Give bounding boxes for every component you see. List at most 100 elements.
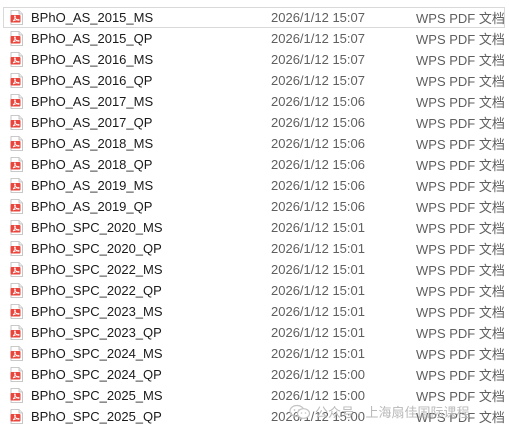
- file-modified-date: 2026/1/12 15:07: [271, 52, 365, 67]
- file-modified-date: 2026/1/12 15:01: [271, 262, 365, 277]
- file-modified-date: 2026/1/12 15:01: [271, 346, 365, 361]
- file-row[interactable]: BPhO_AS_2019_QP 2026/1/12 15:06 WPS PDF 文档: [0, 196, 509, 217]
- file-type: WPS PDF 文档: [416, 32, 505, 47]
- pdf-file-icon: [10, 220, 23, 235]
- file-modified-date: 2026/1/12 15:01: [271, 283, 365, 298]
- pdf-file-icon: [10, 367, 23, 382]
- pdf-file-icon: [10, 94, 23, 109]
- file-modified-date: 2026/1/12 15:01: [271, 325, 365, 340]
- file-row[interactable]: BPhO_SPC_2020_QP 2026/1/12 15:01 WPS PDF 文…: [0, 238, 509, 259]
- pdf-file-icon: [10, 73, 23, 88]
- file-type: WPS PDF 文档: [416, 242, 505, 257]
- pdf-file-icon: [10, 325, 23, 340]
- file-type: WPS PDF 文档: [416, 410, 505, 425]
- file-row[interactable]: BPhO_AS_2015_QP 2026/1/12 15:07 WPS PDF 文档: [0, 28, 509, 49]
- file-name: BPhO_SPC_2025_MS: [31, 388, 163, 403]
- file-row[interactable]: BPhO_SPC_2022_MS 2026/1/12 15:01 WPS PDF 文…: [0, 259, 509, 280]
- pdf-file-icon: [10, 52, 23, 67]
- file-type: WPS PDF 文档: [416, 137, 505, 152]
- pdf-file-icon: [10, 199, 23, 214]
- file-modified-date: 2026/1/12 15:07: [271, 73, 365, 88]
- file-modified-date: 2026/1/12 15:06: [271, 94, 365, 109]
- file-name: BPhO_AS_2018_MS: [31, 136, 154, 151]
- pdf-file-icon: [10, 115, 23, 130]
- file-name: BPhO_AS_2016_MS: [31, 52, 154, 67]
- file-type: WPS PDF 文档: [416, 158, 505, 173]
- file-row[interactable]: BPhO_SPC_2025_QP 2026/1/12 15:00 WPS PDF 文…: [0, 406, 509, 427]
- pdf-file-icon: [10, 241, 23, 256]
- pdf-file-icon: [10, 178, 23, 193]
- pdf-file-icon: [10, 31, 23, 46]
- pdf-file-icon: [10, 262, 23, 277]
- file-row[interactable]: BPhO_SPC_2024_MS 2026/1/12 15:01 WPS PDF 文…: [0, 343, 509, 364]
- file-row[interactable]: BPhO_AS_2017_MS 2026/1/12 15:06 WPS PDF 文档: [0, 91, 509, 112]
- file-name: BPhO_SPC_2025_QP: [31, 409, 162, 424]
- file-row[interactable]: BPhO_AS_2017_QP 2026/1/12 15:06 WPS PDF 文档: [0, 112, 509, 133]
- file-row[interactable]: BPhO_AS_2016_QP 2026/1/12 15:07 WPS PDF 文档: [0, 70, 509, 91]
- file-modified-date: 2026/1/12 15:07: [271, 31, 365, 46]
- file-type: WPS PDF 文档: [416, 263, 505, 278]
- file-row[interactable]: BPhO_SPC_2024_QP 2026/1/12 15:00 WPS PDF 文…: [0, 364, 509, 385]
- file-modified-date: 2026/1/12 15:07: [271, 10, 365, 25]
- file-type: WPS PDF 文档: [416, 11, 505, 26]
- pdf-file-icon: [10, 157, 23, 172]
- file-modified-date: 2026/1/12 15:00: [271, 367, 365, 382]
- pdf-file-icon: [10, 304, 23, 319]
- file-name: BPhO_AS_2017_MS: [31, 94, 154, 109]
- file-name: BPhO_AS_2017_QP: [31, 115, 153, 130]
- file-row[interactable]: BPhO_AS_2019_MS 2026/1/12 15:06 WPS PDF 文档: [0, 175, 509, 196]
- file-name: BPhO_SPC_2020_MS: [31, 220, 163, 235]
- file-name: BPhO_AS_2015_QP: [31, 31, 153, 46]
- file-type: WPS PDF 文档: [416, 179, 505, 194]
- file-type: WPS PDF 文档: [416, 305, 505, 320]
- file-name: BPhO_AS_2019_MS: [31, 178, 154, 193]
- file-modified-date: 2026/1/12 15:01: [271, 220, 365, 235]
- file-row[interactable]: BPhO_AS_2016_MS 2026/1/12 15:07 WPS PDF 文档: [0, 49, 509, 70]
- file-row[interactable]: BPhO_SPC_2023_MS 2026/1/12 15:01 WPS PDF 文…: [0, 301, 509, 322]
- file-modified-date: 2026/1/12 15:06: [271, 136, 365, 151]
- file-type: WPS PDF 文档: [416, 74, 505, 89]
- file-type: WPS PDF 文档: [416, 284, 505, 299]
- pdf-file-icon: [10, 136, 23, 151]
- file-row[interactable]: BPhO_AS_2015_MS 2026/1/12 15:07 WPS PDF 文档: [3, 7, 505, 28]
- file-name: BPhO_SPC_2024_MS: [31, 346, 163, 361]
- file-modified-date: 2026/1/12 15:00: [271, 409, 365, 424]
- pdf-file-icon: [10, 283, 23, 298]
- file-type: WPS PDF 文档: [416, 326, 505, 341]
- pdf-file-icon: [10, 388, 23, 403]
- file-modified-date: 2026/1/12 15:06: [271, 157, 365, 172]
- file-name: BPhO_AS_2019_QP: [31, 199, 153, 214]
- file-row[interactable]: BPhO_AS_2018_QP 2026/1/12 15:06 WPS PDF 文档: [0, 154, 509, 175]
- file-modified-date: 2026/1/12 15:00: [271, 388, 365, 403]
- file-type: WPS PDF 文档: [416, 53, 505, 68]
- file-name: BPhO_SPC_2022_QP: [31, 283, 162, 298]
- file-type: WPS PDF 文档: [416, 389, 505, 404]
- pdf-file-icon: [10, 10, 23, 25]
- file-list: BPhO_AS_2015_MS 2026/1/12 15:07 WPS PDF 文档…: [0, 7, 509, 427]
- file-name: BPhO_SPC_2023_QP: [31, 325, 162, 340]
- file-name: BPhO_SPC_2023_MS: [31, 304, 163, 319]
- file-row[interactable]: BPhO_AS_2018_MS 2026/1/12 15:06 WPS PDF 文档: [0, 133, 509, 154]
- file-modified-date: 2026/1/12 15:06: [271, 199, 365, 214]
- pdf-file-icon: [10, 346, 23, 361]
- file-explorer-window: BPhO_AS_2015_MS 2026/1/12 15:07 WPS PDF 文档…: [0, 0, 509, 435]
- file-type: WPS PDF 文档: [416, 95, 505, 110]
- file-modified-date: 2026/1/12 15:01: [271, 304, 365, 319]
- file-row[interactable]: BPhO_SPC_2020_MS 2026/1/12 15:01 WPS PDF 文…: [0, 217, 509, 238]
- file-type: WPS PDF 文档: [416, 200, 505, 215]
- pdf-file-icon: [10, 409, 23, 424]
- file-row[interactable]: BPhO_SPC_2022_QP 2026/1/12 15:01 WPS PDF 文…: [0, 280, 509, 301]
- file-name: BPhO_SPC_2024_QP: [31, 367, 162, 382]
- file-name: BPhO_AS_2015_MS: [31, 10, 154, 25]
- file-type: WPS PDF 文档: [416, 368, 505, 383]
- file-type: WPS PDF 文档: [416, 347, 505, 362]
- file-type: WPS PDF 文档: [416, 221, 505, 236]
- file-row[interactable]: BPhO_SPC_2023_QP 2026/1/12 15:01 WPS PDF 文…: [0, 322, 509, 343]
- file-type: WPS PDF 文档: [416, 116, 505, 131]
- file-name: BPhO_AS_2016_QP: [31, 73, 153, 88]
- file-name: BPhO_SPC_2020_QP: [31, 241, 162, 256]
- file-modified-date: 2026/1/12 15:06: [271, 115, 365, 130]
- file-name: BPhO_AS_2018_QP: [31, 157, 153, 172]
- file-modified-date: 2026/1/12 15:01: [271, 241, 365, 256]
- file-row[interactable]: BPhO_SPC_2025_MS 2026/1/12 15:00 WPS PDF 文…: [0, 385, 509, 406]
